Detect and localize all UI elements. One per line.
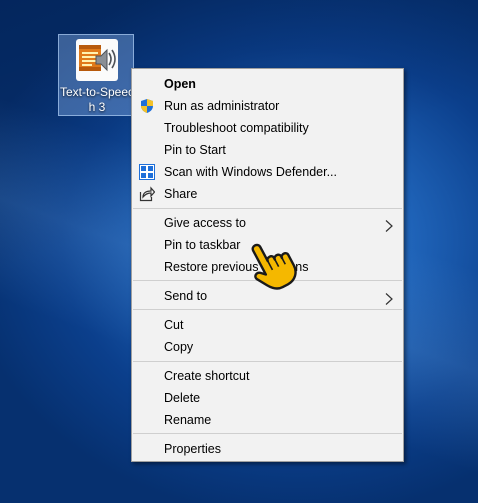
menu-separator bbox=[133, 361, 402, 362]
menu-item-label: Properties bbox=[164, 442, 221, 456]
chevron-right-icon bbox=[384, 217, 394, 232]
menu-item-rename[interactable]: Rename bbox=[132, 409, 403, 431]
menu-item-label: Scan with Windows Defender... bbox=[164, 165, 337, 179]
menu-item-label: Pin to taskbar bbox=[164, 238, 241, 252]
menu-item-create-shortcut[interactable]: Create shortcut bbox=[132, 365, 403, 387]
menu-item-label: Copy bbox=[164, 340, 194, 354]
menu-item-open[interactable]: Open bbox=[132, 73, 403, 95]
menu-item-label: Send to bbox=[164, 289, 208, 303]
menu-item-label: Pin to Start bbox=[164, 143, 226, 157]
menu-item-label: Rename bbox=[164, 413, 212, 427]
menu-item-label: Cut bbox=[164, 318, 184, 332]
menu-item-scan-with-defender[interactable]: Scan with Windows Defender... bbox=[132, 161, 403, 183]
desktop-icon-label: Text-to-Speech 3 bbox=[59, 85, 135, 114]
menu-item-cut[interactable]: Cut bbox=[132, 314, 403, 336]
menu-item-label: Open bbox=[164, 77, 196, 91]
menu-separator bbox=[133, 208, 402, 209]
desktop-shortcut-text-to-speech[interactable]: Text-to-Speech 3 bbox=[58, 34, 134, 116]
hand-pointer-icon bbox=[238, 228, 310, 292]
menu-item-label: Delete bbox=[164, 391, 201, 405]
menu-item-label: Troubleshoot compatibility bbox=[164, 121, 309, 135]
menu-item-label: Share bbox=[164, 187, 198, 201]
menu-item-delete[interactable]: Delete bbox=[132, 387, 403, 409]
menu-item-copy[interactable]: Copy bbox=[132, 336, 403, 358]
menu-item-label: Create shortcut bbox=[164, 369, 250, 383]
menu-item-pin-to-start[interactable]: Pin to Start bbox=[132, 139, 403, 161]
speaker-scroll-icon bbox=[76, 39, 118, 81]
menu-item-troubleshoot-compatibility[interactable]: Troubleshoot compatibility bbox=[132, 117, 403, 139]
menu-separator bbox=[133, 309, 402, 310]
defender-icon bbox=[139, 164, 155, 180]
menu-item-label: Give access to bbox=[164, 216, 246, 230]
uac-shield-icon bbox=[139, 98, 155, 114]
share-icon bbox=[139, 186, 156, 202]
menu-separator bbox=[133, 433, 402, 434]
chevron-right-icon bbox=[384, 290, 394, 305]
menu-item-properties[interactable]: Properties bbox=[132, 438, 403, 460]
menu-item-run-as-administrator[interactable]: Run as administrator bbox=[132, 95, 403, 117]
menu-item-label: Run as administrator bbox=[164, 99, 280, 113]
menu-item-share[interactable]: Share bbox=[132, 183, 403, 205]
